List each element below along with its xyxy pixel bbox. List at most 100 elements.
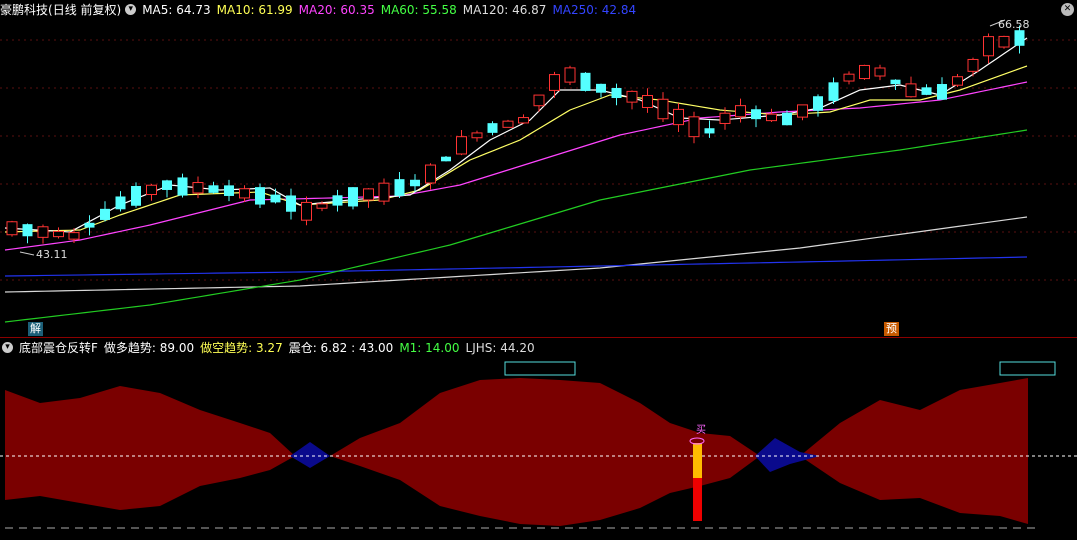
ma-value-0: MA5: 64.73 [142, 3, 211, 17]
indicator-value-4: LJHS: 44.20 [465, 341, 535, 355]
candle-body [596, 83, 606, 93]
candle-body [332, 195, 343, 206]
candle-body [766, 113, 777, 122]
candle-body [115, 196, 126, 210]
low-pointer [19, 251, 35, 256]
chevron-down-icon[interactable]: ▾ [2, 342, 13, 353]
ma10-line [4, 65, 1028, 233]
candle-body [937, 84, 947, 100]
candlestick-chart[interactable] [0, 0, 1077, 338]
candle-body [688, 116, 700, 138]
candle-body [983, 36, 994, 57]
marker-yu: 预 [884, 322, 899, 336]
ma120-line [4, 216, 1028, 293]
indicator-value-1: 做空趋势: 3.27 [200, 341, 283, 355]
candle-body [843, 73, 855, 82]
stock-name: 豪鹏科技 [0, 3, 49, 17]
candle-body [301, 201, 312, 221]
candle-body [921, 87, 932, 95]
signal-bar-yellow [693, 443, 702, 478]
candle-body [6, 221, 18, 236]
ma-value-2: MA20: 60.35 [298, 3, 375, 17]
candle-body [502, 120, 514, 128]
candle-body [410, 179, 420, 187]
candle-body [828, 82, 839, 101]
candle-body [208, 185, 219, 193]
candle-body [239, 188, 250, 199]
ma-value-5: MA250: 42.84 [552, 3, 637, 17]
candle-body [549, 74, 560, 91]
ma5-line [4, 37, 1028, 233]
candle-body [859, 64, 870, 80]
candle-body [518, 117, 529, 124]
candle-body [177, 177, 188, 196]
red-area [5, 378, 1028, 526]
candle-body [782, 112, 792, 126]
candle-body [146, 184, 157, 196]
candle-body [673, 108, 684, 126]
indicator-value-0: 做多趋势: 89.00 [103, 341, 195, 355]
chevron-down-icon[interactable]: ▾ [125, 4, 137, 15]
candle-body [998, 35, 1010, 48]
period-label: (日线 前复权) [48, 3, 122, 17]
indicator-value-2: 震仓: 6.82 : 43.00 [288, 341, 394, 355]
candle-body [192, 182, 204, 194]
candle-body [100, 208, 110, 220]
candle-body [874, 67, 886, 77]
candle-body [905, 83, 917, 98]
candle-body [316, 203, 328, 209]
candle-body [68, 232, 80, 240]
candle-body [224, 185, 234, 196]
candle-body [286, 195, 296, 212]
indicator-values: 做多趋势: 89.00 做空趋势: 3.27 震仓: 6.82 : 43.00 M1:… [104, 341, 541, 355]
candle-body [456, 136, 467, 155]
candle-body [580, 72, 591, 91]
ma60-line [4, 129, 1028, 323]
indicator-chart[interactable] [0, 338, 1077, 540]
ma-value-3: MA60: 55.58 [380, 3, 457, 17]
candle-body [719, 112, 731, 124]
marker-jie: 解 [28, 322, 43, 336]
candle-body [487, 123, 498, 133]
candle-body [378, 182, 390, 202]
candle-body [533, 94, 545, 107]
candle-body [425, 164, 436, 184]
candle-body [84, 222, 95, 228]
candle-body [131, 185, 141, 206]
candle-body [162, 180, 172, 190]
candle-body [657, 98, 669, 120]
blue-area [290, 442, 330, 468]
candle-body [270, 194, 281, 203]
candle-body [255, 187, 265, 205]
ma-values: MA5: 64.73 MA10: 61.99 MA20: 60.35 MA60: 55… [142, 3, 642, 17]
main-price-pane[interactable]: 豪鹏科技(日线 前复权) ▾ MA5: 64.73 MA10: 61.99 MA20: … [0, 0, 1077, 338]
ma-legend: 豪鹏科技(日线 前复权) ▾ MA5: 64.73 MA10: 61.99 MA20: … [0, 1, 648, 19]
indicator-value-3: M1: 14.00 [399, 341, 460, 355]
candle-body [348, 187, 358, 207]
candle-body [53, 230, 64, 238]
indicator-pane[interactable]: ▾ 底部震仓反转F 做多趋势: 89.00 做空趋势: 3.27 震仓: 6.82 : … [0, 338, 1077, 540]
candle-body [394, 179, 405, 196]
buy-signal-label: 买 [696, 425, 706, 436]
low-price-label: 43.11 [36, 248, 68, 261]
candle-body [1014, 30, 1025, 46]
signal-box [999, 361, 1056, 376]
candle-body [890, 79, 901, 85]
bottom-strip [0, 528, 1077, 540]
candle-body [735, 105, 746, 118]
ma-value-4: MA120: 46.87 [462, 3, 547, 17]
candle-body [37, 226, 49, 238]
candle-body [471, 132, 483, 139]
candle-body [751, 109, 761, 120]
candle-body [813, 96, 823, 111]
indicator-legend: ▾ 底部震仓反转F 做多趋势: 89.00 做空趋势: 3.27 震仓: 6.82 : … [2, 339, 547, 357]
blue-area [755, 438, 820, 472]
ma-value-1: MA10: 61.99 [216, 3, 293, 17]
candle-body [797, 104, 808, 118]
close-icon[interactable]: ✕ [1061, 3, 1074, 16]
high-price-label: 66.58 [998, 18, 1030, 31]
candle-body [441, 156, 451, 162]
candle-body [642, 95, 653, 108]
candle-body [626, 90, 638, 103]
candle-body [967, 58, 979, 72]
